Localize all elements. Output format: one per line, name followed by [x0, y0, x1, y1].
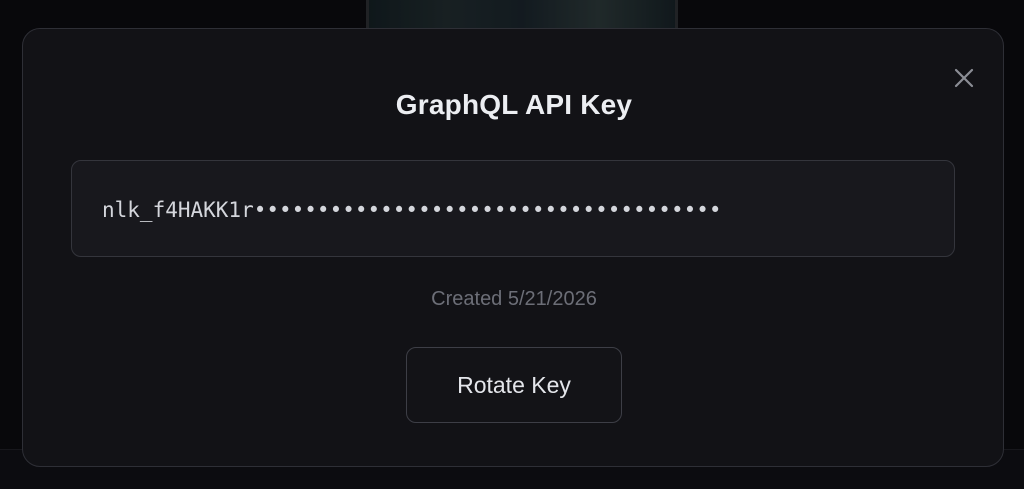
modal-title: GraphQL API Key: [395, 89, 633, 120]
created-date-text: Created 5/21/2026: [431, 288, 597, 310]
api-key-value[interactable]: nlk_f4HAKK1r••••••••••••••••••••••••••••…: [102, 198, 722, 222]
api-key-modal: GraphQL API Key nlk_f4HAKK1r••••••••••••…: [22, 28, 1004, 467]
rotate-key-button[interactable]: Rotate Key: [406, 347, 622, 423]
api-key-field[interactable]: nlk_f4HAKK1r••••••••••••••••••••••••••••…: [71, 160, 955, 257]
